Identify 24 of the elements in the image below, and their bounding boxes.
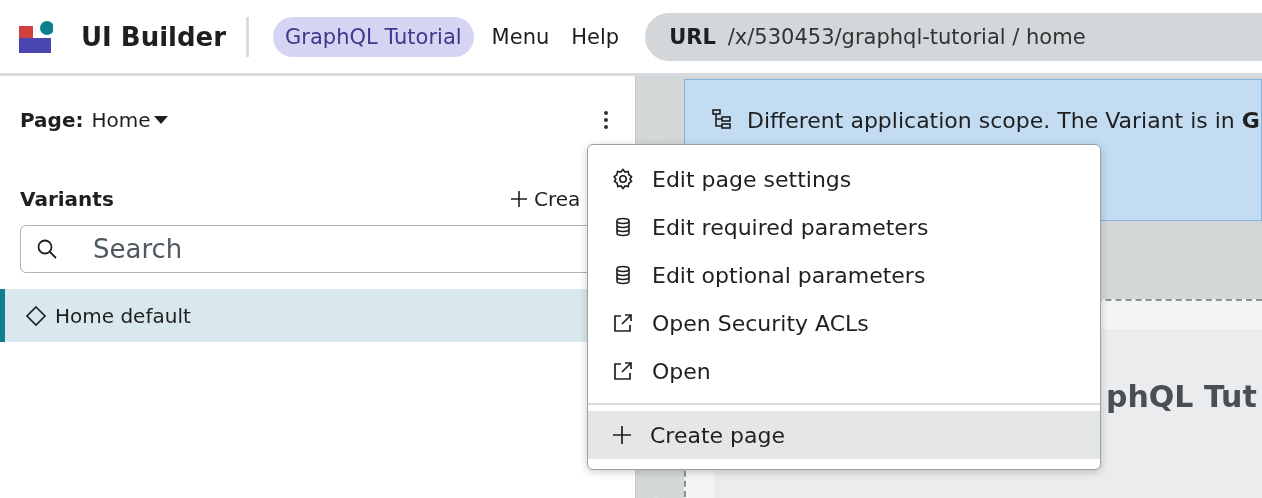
nav-link[interactable]: Menu [491,24,550,49]
external-link-icon [612,312,634,334]
banner-text: Different application scope. The Variant is in G [747,108,1260,133]
external-link-icon [612,360,634,382]
url-label: URL [669,24,716,49]
app-title: UI Builder [81,21,227,52]
url-path: /x/530453/graphql-tutorial / home [727,24,1086,49]
page-label: Page: [20,108,84,132]
diamond-icon [25,304,47,327]
menu-item[interactable]: Create page [588,411,1100,459]
search-icon [36,238,58,260]
plus-icon [612,425,632,445]
menu-item[interactable]: Open [588,347,1100,395]
settings-icon [612,168,634,190]
caret-icon [152,115,169,125]
plus-icon [510,190,528,208]
logo-icon [19,20,53,53]
app-pill[interactable]: GraphQL Tutorial [273,16,474,57]
more-options-icon[interactable] [603,110,609,130]
nav-link[interactable]: Help [571,24,620,49]
page-heading: phQL Tut [1106,379,1257,414]
page-dropdown[interactable]: Home [91,108,169,132]
tree-icon [711,108,733,130]
variants-title: Variants [20,187,114,211]
